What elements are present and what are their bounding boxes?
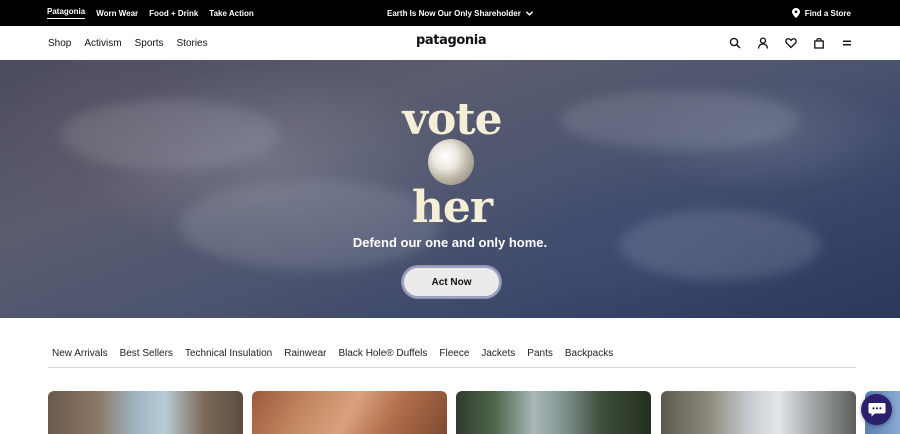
location-pin-icon bbox=[791, 8, 800, 18]
nav-shop[interactable]: Shop bbox=[48, 38, 71, 49]
category-link-new-arrivals[interactable]: New Arrivals bbox=[52, 348, 108, 359]
account-icon[interactable] bbox=[756, 36, 770, 50]
menu-icon[interactable] bbox=[840, 36, 854, 50]
nav-stories[interactable]: Stories bbox=[177, 38, 208, 49]
brand-link-patagonia[interactable]: Patagonia bbox=[47, 7, 86, 19]
wordmark-vote: vote bbox=[402, 94, 502, 145]
chat-button[interactable] bbox=[861, 394, 892, 425]
find-store-label: Find a Store bbox=[804, 8, 851, 18]
category-link-black-hole-duffels[interactable]: Black Hole® Duffels bbox=[338, 348, 427, 359]
category-link-technical-insulation[interactable]: Technical Insulation bbox=[185, 348, 272, 359]
brand-link-worn-wear[interactable]: Worn Wear bbox=[96, 9, 138, 18]
hero-tagline: Defend our one and only home. bbox=[352, 235, 548, 250]
earth-globe-icon bbox=[428, 139, 474, 185]
chat-bubble-icon bbox=[868, 402, 885, 416]
primary-nav-links: Shop Activism Sports Stories bbox=[48, 26, 208, 60]
wishlist-heart-icon[interactable] bbox=[784, 36, 798, 50]
patagonia-logo[interactable]: patagonia bbox=[416, 33, 487, 48]
vote-her-wordmark: vote her bbox=[396, 98, 508, 258]
act-now-button[interactable]: Act Now bbox=[402, 266, 501, 298]
category-links: New Arrivals Best Sellers Technical Insu… bbox=[52, 348, 613, 359]
promo-dropdown[interactable]: Earth Is Now Our Only Shareholder bbox=[387, 0, 534, 26]
chevron-down-icon bbox=[525, 10, 533, 16]
cart-bag-icon[interactable] bbox=[812, 36, 826, 50]
category-link-backpacks[interactable]: Backpacks bbox=[565, 348, 613, 359]
category-link-fleece[interactable]: Fleece bbox=[439, 348, 469, 359]
wordmark-her: her bbox=[411, 182, 493, 233]
content-tile[interactable] bbox=[456, 391, 651, 434]
category-divider bbox=[48, 367, 856, 368]
nav-activism[interactable]: Activism bbox=[84, 38, 121, 49]
category-link-rainwear[interactable]: Rainwear bbox=[284, 348, 326, 359]
utility-bar: Patagonia Worn Wear Food + Drink Take Ac… bbox=[0, 0, 900, 26]
content-tile[interactable] bbox=[661, 391, 856, 434]
category-link-jackets[interactable]: Jackets bbox=[481, 348, 515, 359]
search-icon[interactable] bbox=[728, 36, 742, 50]
main-nav: Shop Activism Sports Stories patagonia bbox=[0, 26, 900, 60]
brand-link-take-action[interactable]: Take Action bbox=[209, 9, 253, 18]
category-link-pants[interactable]: Pants bbox=[527, 348, 553, 359]
content-tile[interactable] bbox=[48, 391, 243, 434]
category-link-best-sellers[interactable]: Best Sellers bbox=[120, 348, 173, 359]
hero-banner: vote her Defend our one and only home. A… bbox=[0, 60, 900, 318]
content-tile[interactable] bbox=[252, 391, 447, 434]
nav-sports[interactable]: Sports bbox=[135, 38, 164, 49]
promo-text: Earth Is Now Our Only Shareholder bbox=[387, 8, 521, 18]
brand-switcher: Patagonia Worn Wear Food + Drink Take Ac… bbox=[47, 0, 254, 26]
nav-icons bbox=[728, 26, 854, 60]
brand-link-food-drink[interactable]: Food + Drink bbox=[149, 9, 198, 18]
find-store-link[interactable]: Find a Store bbox=[791, 0, 851, 26]
